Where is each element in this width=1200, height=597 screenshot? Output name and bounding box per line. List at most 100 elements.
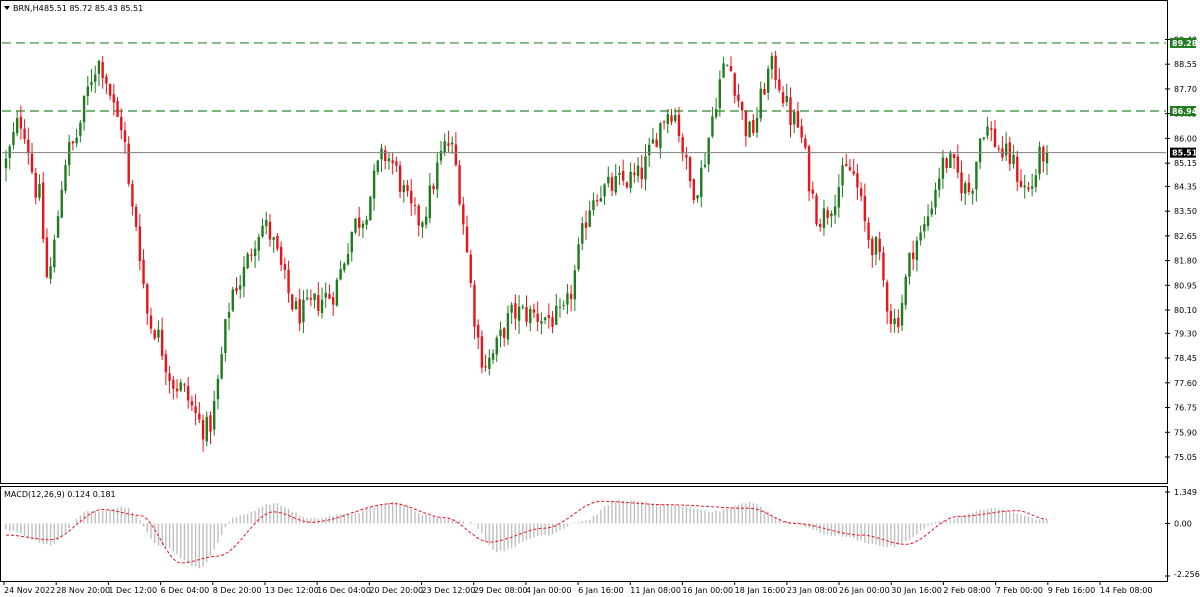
candle-body (183, 384, 186, 386)
candle-body (428, 185, 432, 218)
bull-candle[interactable] (335, 277, 339, 307)
candle-body (465, 226, 469, 253)
candle-body (175, 388, 179, 392)
candle-body (1008, 142, 1012, 164)
candle-body (830, 213, 833, 217)
candle-body (265, 220, 268, 226)
candle-body (4, 158, 8, 169)
candle-body (157, 329, 160, 338)
bear-candle[interactable] (692, 178, 696, 204)
candle-body (874, 236, 878, 255)
candle-body (213, 400, 216, 430)
candle-body (424, 216, 428, 225)
candle-body (45, 237, 49, 278)
price-tick-label: 85.15 (1174, 159, 1197, 168)
candle-body (633, 172, 636, 175)
candle-body (1034, 175, 1038, 188)
price-tick-label: 87.70 (1174, 85, 1197, 94)
bear-candle[interactable] (469, 249, 472, 288)
candle-body (495, 337, 498, 355)
candle-body (105, 76, 108, 84)
candle-body (68, 142, 71, 166)
candle-body (1012, 154, 1015, 164)
bull-candle[interactable] (53, 234, 56, 273)
price-tick-label: 83.50 (1174, 207, 1197, 216)
candle-body (819, 224, 822, 227)
candle-body (417, 205, 420, 226)
price-tick-label: 88.55 (1174, 60, 1197, 69)
candle-body (291, 294, 294, 310)
candle-body (432, 185, 435, 190)
candle-body (648, 144, 651, 156)
candle-body (134, 207, 138, 227)
price-tick-label: 80.95 (1174, 281, 1197, 290)
symbol-header[interactable]: BRN,H4 85.51 85.72 85.43 85.51 (4, 4, 143, 13)
candle-body (547, 315, 551, 318)
candle-body (677, 114, 681, 137)
candle-body (198, 413, 201, 420)
candle-body (662, 121, 666, 123)
candle-body (38, 184, 41, 198)
candle-body (361, 223, 365, 228)
candle-body (160, 329, 164, 357)
bull-candle[interactable] (904, 273, 907, 310)
candle-body (614, 176, 617, 193)
price-tick-label: 78.45 (1174, 354, 1197, 363)
candle-body (279, 246, 283, 265)
candle-body (621, 171, 625, 181)
candle-body (722, 63, 725, 78)
macd-tick-label: 0.00 (1174, 519, 1192, 528)
candle-body (491, 353, 495, 360)
candle-body (744, 111, 748, 137)
candle-body (785, 95, 788, 102)
candle-body (421, 222, 424, 228)
bull-candle[interactable] (1038, 141, 1041, 180)
candle-body (1019, 180, 1023, 188)
candle-body (235, 287, 238, 292)
candle-body (815, 195, 818, 225)
bull-candle[interactable] (748, 120, 751, 138)
candle-body (833, 206, 837, 216)
candle-body (755, 117, 759, 133)
macd-tick-label: -2.256 (1174, 570, 1200, 579)
candle-body (454, 144, 458, 165)
candle-body (309, 298, 313, 300)
bull-candle[interactable] (369, 195, 372, 221)
candle-body (685, 154, 688, 158)
bear-candle[interactable] (127, 136, 130, 187)
candle-body (759, 88, 762, 119)
candle-body (120, 116, 123, 131)
candle-body (651, 139, 655, 144)
candle-body (380, 148, 383, 160)
bull-candle[interactable] (246, 252, 249, 270)
bear-candle[interactable] (153, 328, 156, 341)
candle-body (700, 167, 703, 198)
macd-panel-frame (0, 486, 1168, 582)
candle-body (967, 182, 971, 192)
bear-candle[interactable] (458, 160, 461, 206)
candle-body (930, 208, 933, 215)
candle-body (558, 306, 562, 308)
bear-candle[interactable] (815, 193, 818, 227)
candle-body (599, 198, 603, 202)
candle-body (164, 354, 168, 373)
candle-body (607, 176, 610, 184)
candle-body (543, 317, 547, 321)
bull-candle[interactable] (231, 286, 234, 313)
candle-body (302, 299, 305, 323)
candle-body (714, 109, 718, 118)
candle-body (525, 307, 528, 322)
candle-body (655, 139, 658, 147)
candle-body (23, 128, 26, 139)
time-tick-label: 6 Jan 16:00 (578, 586, 624, 595)
bear-candle[interactable] (291, 293, 294, 312)
candle-body (499, 329, 502, 337)
candle-body (94, 74, 97, 82)
candle-body (748, 121, 751, 138)
bull-candle[interactable] (354, 218, 357, 235)
candle-body (577, 244, 580, 270)
candle-body (227, 312, 231, 318)
bear-candle[interactable] (480, 330, 484, 374)
candle-body (19, 116, 23, 129)
candle-body (555, 305, 558, 325)
